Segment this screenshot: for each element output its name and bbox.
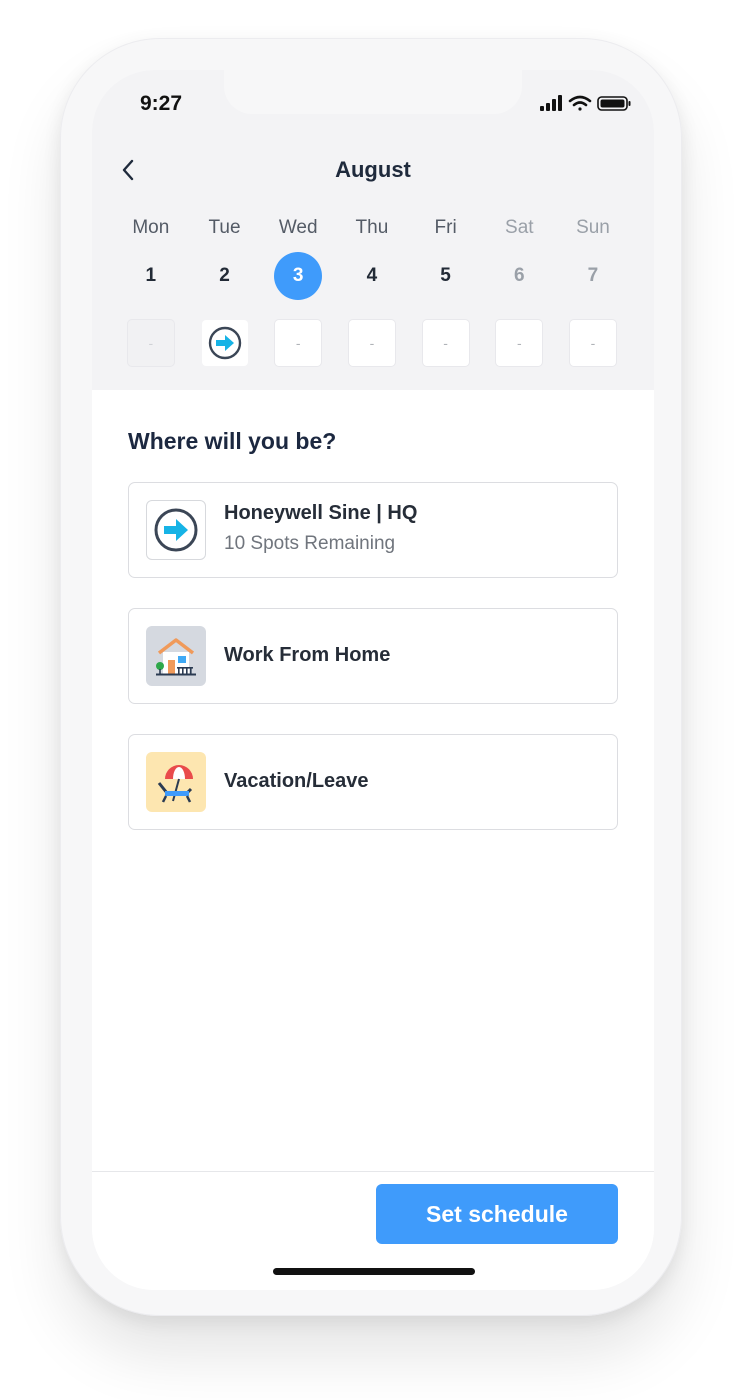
day-status-slot: - bbox=[569, 320, 616, 366]
day-status-slot: - bbox=[422, 320, 469, 366]
day-number: 7 bbox=[587, 265, 599, 286]
calendar-header: 9:27 August Mon 1 - Tue 2 Wed 3 - Thu 4 … bbox=[92, 70, 654, 390]
day-name: Wed bbox=[278, 217, 318, 238]
status-icons bbox=[540, 94, 632, 117]
option-honeywell-hq[interactable]: Honeywell Sine | HQ 10 Spots Remaining bbox=[128, 482, 618, 578]
device-notch bbox=[224, 70, 522, 114]
app-screen: 9:27 August Mon 1 - Tue 2 Wed 3 - Thu 4 … bbox=[92, 70, 654, 1290]
bottom-bar: Set schedule bbox=[92, 1171, 654, 1290]
day-number: 4 bbox=[366, 265, 378, 286]
week-strip: Mon 1 - Tue 2 Wed 3 - Thu 4 - Fri 5 - Sa… bbox=[114, 214, 630, 366]
status-time: 9:27 bbox=[140, 92, 183, 115]
day-sun[interactable]: Sun 7 - bbox=[556, 214, 630, 366]
day-number: 1 bbox=[145, 265, 157, 286]
day-fri[interactable]: Fri 5 - bbox=[409, 214, 483, 366]
office-arrow-icon bbox=[146, 500, 206, 560]
day-number: 5 bbox=[440, 265, 451, 286]
battery-icon bbox=[597, 96, 631, 111]
location-question: Where will you be? bbox=[128, 428, 337, 454]
option-vacation-leave[interactable]: Vacation/Leave bbox=[128, 734, 618, 830]
day-tue[interactable]: Tue 2 bbox=[188, 214, 262, 366]
day-wed[interactable]: Wed 3 - bbox=[261, 214, 335, 366]
day-number: 6 bbox=[513, 265, 525, 286]
day-number: 2 bbox=[219, 265, 230, 286]
house-icon bbox=[146, 626, 206, 686]
month-title: August bbox=[335, 157, 411, 182]
beach-chair-icon bbox=[146, 752, 206, 812]
cellular-signal-icon bbox=[540, 95, 562, 111]
day-name: Thu bbox=[355, 217, 389, 238]
day-thu[interactable]: Thu 4 - bbox=[335, 214, 409, 366]
day-status-slot: - bbox=[496, 320, 543, 366]
day-status-slot: - bbox=[275, 320, 322, 366]
day-name: Sun bbox=[576, 217, 610, 238]
day-name: Sat bbox=[505, 217, 534, 238]
option-subtitle: 10 Spots Remaining bbox=[224, 533, 396, 554]
home-indicator[interactable] bbox=[273, 1268, 475, 1275]
day-sat[interactable]: Sat 6 - bbox=[482, 214, 556, 366]
day-name: Fri bbox=[434, 217, 457, 238]
set-schedule-button[interactable]: Set schedule bbox=[376, 1184, 618, 1244]
day-status-slot: - bbox=[348, 320, 395, 366]
option-title: Work From Home bbox=[224, 644, 391, 666]
office-arrow-icon bbox=[208, 326, 241, 360]
day-name: Mon bbox=[132, 217, 170, 238]
day-name: Tue bbox=[208, 217, 241, 238]
option-title: Vacation/Leave bbox=[224, 770, 369, 792]
option-title: Honeywell Sine | HQ bbox=[224, 502, 418, 524]
wifi-icon bbox=[568, 95, 592, 111]
day-status-slot bbox=[201, 320, 248, 366]
option-work-from-home[interactable]: Work From Home bbox=[128, 608, 618, 704]
day-status-slot: - bbox=[127, 320, 174, 366]
day-mon[interactable]: Mon 1 - bbox=[114, 214, 188, 366]
day-number-selected: 3 bbox=[274, 252, 323, 300]
